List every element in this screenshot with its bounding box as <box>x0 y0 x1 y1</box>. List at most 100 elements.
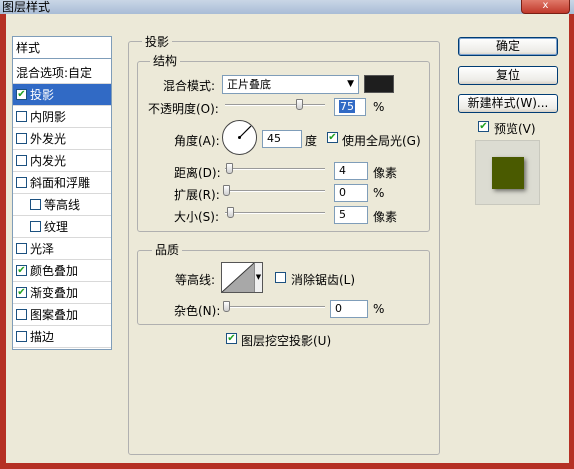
shadow-section-title: 投影 <box>142 33 173 50</box>
spread-slider-thumb[interactable] <box>223 185 230 196</box>
window-frame-right <box>569 14 574 469</box>
distance-label: 距离(D): <box>174 166 221 180</box>
size-slider-thumb[interactable] <box>227 207 234 218</box>
style-item-checkbox[interactable]: ✔ <box>16 265 27 276</box>
preview-label: 预览(V) <box>494 122 536 136</box>
style-item-label: 斜面和浮雕 <box>30 176 91 190</box>
use-global-light-checkbox[interactable]: ✔ <box>327 131 341 145</box>
distance-input[interactable]: 4 <box>334 162 368 180</box>
blend-mode-select[interactable]: 正片叠底 ▼ <box>222 75 359 94</box>
style-item[interactable]: 图案叠加 <box>13 304 111 326</box>
style-item-checkbox[interactable] <box>16 331 27 342</box>
style-item-label: 内阴影 <box>30 110 67 124</box>
contour-label: 等高线: <box>175 273 216 287</box>
angle-dial-needle-icon <box>238 125 252 139</box>
window-frame-bottom <box>0 463 574 469</box>
spread-slider-track[interactable] <box>225 190 325 192</box>
style-item-label: 纹理 <box>44 220 69 234</box>
angle-dial[interactable] <box>222 120 257 155</box>
style-item-label: 图案叠加 <box>30 308 79 322</box>
style-item-label: 描边 <box>30 330 55 344</box>
window-title: 图层样式 <box>2 0 51 14</box>
style-item[interactable]: 光泽 <box>13 238 111 260</box>
style-item-checkbox[interactable] <box>30 199 41 210</box>
chevron-down-icon[interactable]: ▼ <box>254 263 262 292</box>
use-global-light-label: 使用全局光(G) <box>342 134 421 148</box>
angle-input[interactable]: 45 <box>262 130 302 148</box>
style-item[interactable]: ✔ 渐变叠加 <box>13 282 111 304</box>
style-item-checkbox[interactable] <box>16 177 27 188</box>
opacity-label: 不透明度(O): <box>148 102 219 116</box>
noise-label: 杂色(N): <box>174 304 221 318</box>
blend-options-item[interactable]: 混合选项:自定 <box>13 62 111 84</box>
antialias-label: 消除锯齿(L) <box>291 273 356 287</box>
new-style-button[interactable]: 新建样式(W)... <box>458 94 558 113</box>
reset-button[interactable]: 复位 <box>458 66 558 85</box>
style-item[interactable]: 内发光 <box>13 150 111 172</box>
knockout-label: 图层挖空投影(U) <box>241 334 332 348</box>
style-item-label: 外发光 <box>30 132 67 146</box>
size-input[interactable]: 5 <box>334 206 368 224</box>
opacity-unit: % <box>373 100 385 114</box>
blend-mode-value: 正片叠底 <box>227 78 271 91</box>
style-item-label: 渐变叠加 <box>30 286 79 300</box>
noise-value: 0 <box>335 302 342 315</box>
contour-picker[interactable]: ▼ <box>221 262 263 293</box>
noise-slider-track[interactable] <box>225 306 325 308</box>
style-item-label: 等高线 <box>44 198 81 212</box>
style-item-label: 投影 <box>30 88 55 102</box>
style-item[interactable]: 斜面和浮雕 <box>13 172 111 194</box>
knockout-checkbox[interactable]: ✔ <box>226 332 240 346</box>
opacity-slider-track[interactable] <box>225 104 325 106</box>
opacity-slider-thumb[interactable] <box>296 99 303 110</box>
distance-slider-thumb[interactable] <box>226 163 233 174</box>
style-item[interactable]: ✔ 颜色叠加 <box>13 260 111 282</box>
style-item[interactable]: 内阴影 <box>13 106 111 128</box>
opacity-input[interactable]: 75 <box>334 98 366 116</box>
noise-unit: % <box>373 302 385 316</box>
size-value: 5 <box>339 208 346 221</box>
shadow-color-swatch[interactable] <box>364 75 394 93</box>
spread-unit: % <box>373 186 385 200</box>
distance-value: 4 <box>339 164 346 177</box>
size-slider-track[interactable] <box>225 212 325 214</box>
structure-title: 结构 <box>150 52 181 69</box>
size-unit: 像素 <box>373 210 398 224</box>
style-item-checkbox[interactable]: ✔ <box>16 287 27 298</box>
quality-title: 品质 <box>152 241 183 258</box>
style-item[interactable]: ✔ 投影 <box>13 84 111 106</box>
noise-slider-thumb[interactable] <box>223 301 230 312</box>
blend-options-label: 混合选项:自定 <box>16 66 93 80</box>
style-item-label: 内发光 <box>30 154 67 168</box>
distance-slider-track[interactable] <box>225 168 325 170</box>
spread-input[interactable]: 0 <box>334 184 368 202</box>
size-label: 大小(S): <box>174 210 220 224</box>
noise-input[interactable]: 0 <box>330 300 368 318</box>
style-item-label: 颜色叠加 <box>30 264 79 278</box>
style-item-checkbox[interactable] <box>30 221 41 232</box>
spread-label: 扩展(R): <box>174 188 220 202</box>
style-item-checkbox[interactable] <box>16 155 27 166</box>
style-item-checkbox[interactable] <box>16 133 27 144</box>
chevron-down-icon: ▼ <box>347 79 354 89</box>
preview-box <box>475 140 540 205</box>
antialias-checkbox[interactable] <box>275 271 289 285</box>
angle-label: 角度(A): <box>174 134 220 148</box>
style-item-checkbox[interactable] <box>16 309 27 320</box>
style-item[interactable]: 等高线 <box>13 194 111 216</box>
contour-curve-icon <box>222 263 254 292</box>
preview-checkbox[interactable]: ✔ <box>478 120 492 134</box>
close-button[interactable]: x <box>521 0 570 14</box>
style-item[interactable]: 纹理 <box>13 216 111 238</box>
style-item-checkbox[interactable]: ✔ <box>16 89 27 100</box>
style-item-checkbox[interactable] <box>16 111 27 122</box>
style-item[interactable]: 描边 <box>13 326 111 348</box>
ok-button[interactable]: 确定 <box>458 37 558 56</box>
title-bar[interactable]: 图层样式 x <box>0 0 574 14</box>
preview-swatch <box>492 157 524 189</box>
spread-value: 0 <box>339 186 346 199</box>
style-item-checkbox[interactable] <box>16 243 27 254</box>
angle-value: 45 <box>267 132 281 145</box>
opacity-value: 75 <box>339 100 355 113</box>
style-item[interactable]: 外发光 <box>13 128 111 150</box>
